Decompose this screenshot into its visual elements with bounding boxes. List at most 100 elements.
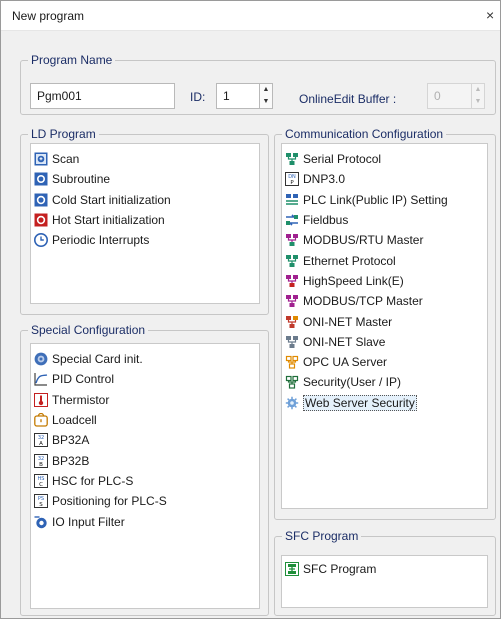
fieldbus-icon <box>285 213 299 227</box>
comm-item-modbus-rtu[interactable]: MODBUS/RTU Master <box>285 230 484 250</box>
ethernet-protocol-icon <box>285 254 299 268</box>
comm-item-oni-net-master[interactable]: ONI-NET Master <box>285 311 484 331</box>
dnp3-icon: DN P <box>285 172 299 187</box>
special-configuration-legend: Special Configuration <box>31 323 146 337</box>
scan-icon <box>34 152 48 166</box>
subroutine-icon <box>34 172 48 186</box>
online-edit-buffer-input: 0 <box>427 83 473 109</box>
comm-item-label: MODBUS/TCP Master <box>303 294 423 309</box>
comm-item-opc-ua[interactable]: OPC UA Server <box>285 352 484 372</box>
hsc-icon: HS C <box>34 473 48 488</box>
svg-text:A: A <box>39 441 43 447</box>
id-label: ID: <box>190 90 206 104</box>
comm-item-label: Security(User / IP) <box>303 375 402 390</box>
id-spinner[interactable]: ▲ ▼ <box>259 83 273 109</box>
comm-item-label: Web Server Security <box>303 394 417 411</box>
special-item-label: Positioning for PLC-S <box>52 494 167 509</box>
id-input[interactable]: 1 <box>216 83 260 109</box>
comm-item-label: DNP3.0 <box>303 172 346 187</box>
id-spin-up-icon[interactable]: ▲ <box>260 84 272 96</box>
loadcell-icon <box>34 413 48 427</box>
special-item-positioning[interactable]: PS S Positioning for PLC-S <box>34 491 256 511</box>
hot-start-icon <box>34 213 48 227</box>
special-item-io-input-filter[interactable]: IO Input Filter <box>34 511 256 531</box>
sfc-program-legend: SFC Program <box>285 529 359 543</box>
title-bar: New program × <box>1 1 500 31</box>
sfc-icon <box>285 562 299 577</box>
special-item-label: Thermistor <box>52 392 110 407</box>
close-icon[interactable]: × <box>486 3 500 27</box>
comm-item-oni-net-slave[interactable]: ONI-NET Slave <box>285 332 484 352</box>
ld-item-periodic-interrupts[interactable]: Periodic Interrupts <box>34 230 256 250</box>
communication-configuration-legend: Communication Configuration <box>285 127 444 141</box>
comm-item-fieldbus[interactable]: Fieldbus <box>285 210 484 230</box>
positioning-icon: PS S <box>34 494 48 509</box>
comm-item-highspeed-link[interactable]: HighSpeed Link(E) <box>285 271 484 291</box>
comm-item-label: PLC Link(Public IP) Setting <box>303 192 448 207</box>
clock-icon <box>34 233 48 248</box>
special-item-label: Loadcell <box>52 413 97 428</box>
ld-item-hot-start[interactable]: Hot Start initialization <box>34 210 256 230</box>
cold-start-icon <box>34 193 48 207</box>
communication-configuration-list: Serial Protocol DN P DNP3.0 PLC Link(Publ… <box>281 143 488 509</box>
ld-item-scan[interactable]: Scan <box>34 149 256 169</box>
plc-link-icon <box>285 193 299 207</box>
sfc-item-sfc-program[interactable]: SFC Program <box>285 559 484 579</box>
special-item-label: BP32B <box>52 453 90 468</box>
thermistor-icon <box>34 392 48 407</box>
special-item-label: IO Input Filter <box>52 514 125 529</box>
special-card-icon <box>34 352 48 366</box>
sfc-program-list: SFC Program <box>281 555 488 608</box>
special-item-card-init[interactable]: Special Card init. <box>34 349 256 369</box>
opc-ua-icon <box>285 355 299 369</box>
comm-item-modbus-tcp[interactable]: MODBUS/TCP Master <box>285 291 484 311</box>
special-configuration-list: Special Card init. PID Control Thermisto… <box>30 343 260 609</box>
ld-program-list: Scan Subroutine Cold Start initializatio… <box>30 143 260 304</box>
gear-icon <box>285 396 299 410</box>
ld-item-cold-start[interactable]: Cold Start initialization <box>34 190 256 210</box>
comm-item-label: ONI-NET Master <box>303 314 393 329</box>
ld-item-label: Hot Start initialization <box>52 213 165 228</box>
modbus-rtu-icon <box>285 233 299 247</box>
special-item-pid-control[interactable]: PID Control <box>34 369 256 389</box>
buffer-spin-down-icon: ▼ <box>474 98 482 105</box>
program-name-legend: Program Name <box>31 53 113 67</box>
comm-item-plc-link[interactable]: PLC Link(Public IP) Setting <box>285 190 484 210</box>
special-item-loadcell[interactable]: Loadcell <box>34 410 256 430</box>
comm-item-security[interactable]: Security(User / IP) <box>285 372 484 392</box>
modbus-tcp-icon <box>285 294 299 308</box>
comm-item-label: Ethernet Protocol <box>303 253 396 268</box>
special-item-bp32b[interactable]: 32 B BP32B <box>34 450 256 470</box>
bp32a-icon: 32 A <box>34 433 48 448</box>
highspeed-link-icon <box>285 274 299 288</box>
comm-item-web-server-security[interactable]: Web Server Security <box>285 393 484 413</box>
svg-text:S: S <box>39 502 43 508</box>
comm-item-label: Fieldbus <box>303 213 349 228</box>
program-name-input[interactable]: Pgm001 <box>30 83 175 109</box>
special-item-label: PID Control <box>52 372 115 387</box>
sfc-item-label: SFC Program <box>303 562 377 577</box>
special-item-hsc[interactable]: HS C HSC for PLC-S <box>34 471 256 491</box>
serial-protocol-icon <box>285 152 299 166</box>
comm-item-ethernet-protocol[interactable]: Ethernet Protocol <box>285 250 484 270</box>
comm-item-serial-protocol[interactable]: Serial Protocol <box>285 149 484 169</box>
ld-item-label: Scan <box>52 152 80 167</box>
ld-item-label: Subroutine <box>52 172 111 187</box>
special-item-thermistor[interactable]: Thermistor <box>34 390 256 410</box>
comm-item-dnp3[interactable]: DN P DNP3.0 <box>285 169 484 189</box>
ld-program-legend: LD Program <box>31 127 96 141</box>
comm-item-label: ONI-NET Slave <box>303 334 386 349</box>
comm-item-label: OPC UA Server <box>303 355 388 370</box>
bp32b-icon: 32 B <box>34 453 48 468</box>
comm-item-label: MODBUS/RTU Master <box>303 233 424 248</box>
special-item-label: Special Card init. <box>52 352 143 367</box>
ld-item-subroutine[interactable]: Subroutine <box>34 169 256 189</box>
buffer-spinner: ▲ ▼ <box>471 83 485 109</box>
new-program-dialog: New program × Program Name Pgm001 ID: 1 … <box>0 0 501 619</box>
id-spin-down-icon[interactable]: ▼ <box>260 96 272 108</box>
svg-text:C: C <box>39 482 43 488</box>
ld-item-label: Cold Start initialization <box>52 192 171 207</box>
ld-item-label: Periodic Interrupts <box>52 233 150 248</box>
special-item-bp32a[interactable]: 32 A BP32A <box>34 430 256 450</box>
oni-net-slave-icon <box>285 335 299 349</box>
